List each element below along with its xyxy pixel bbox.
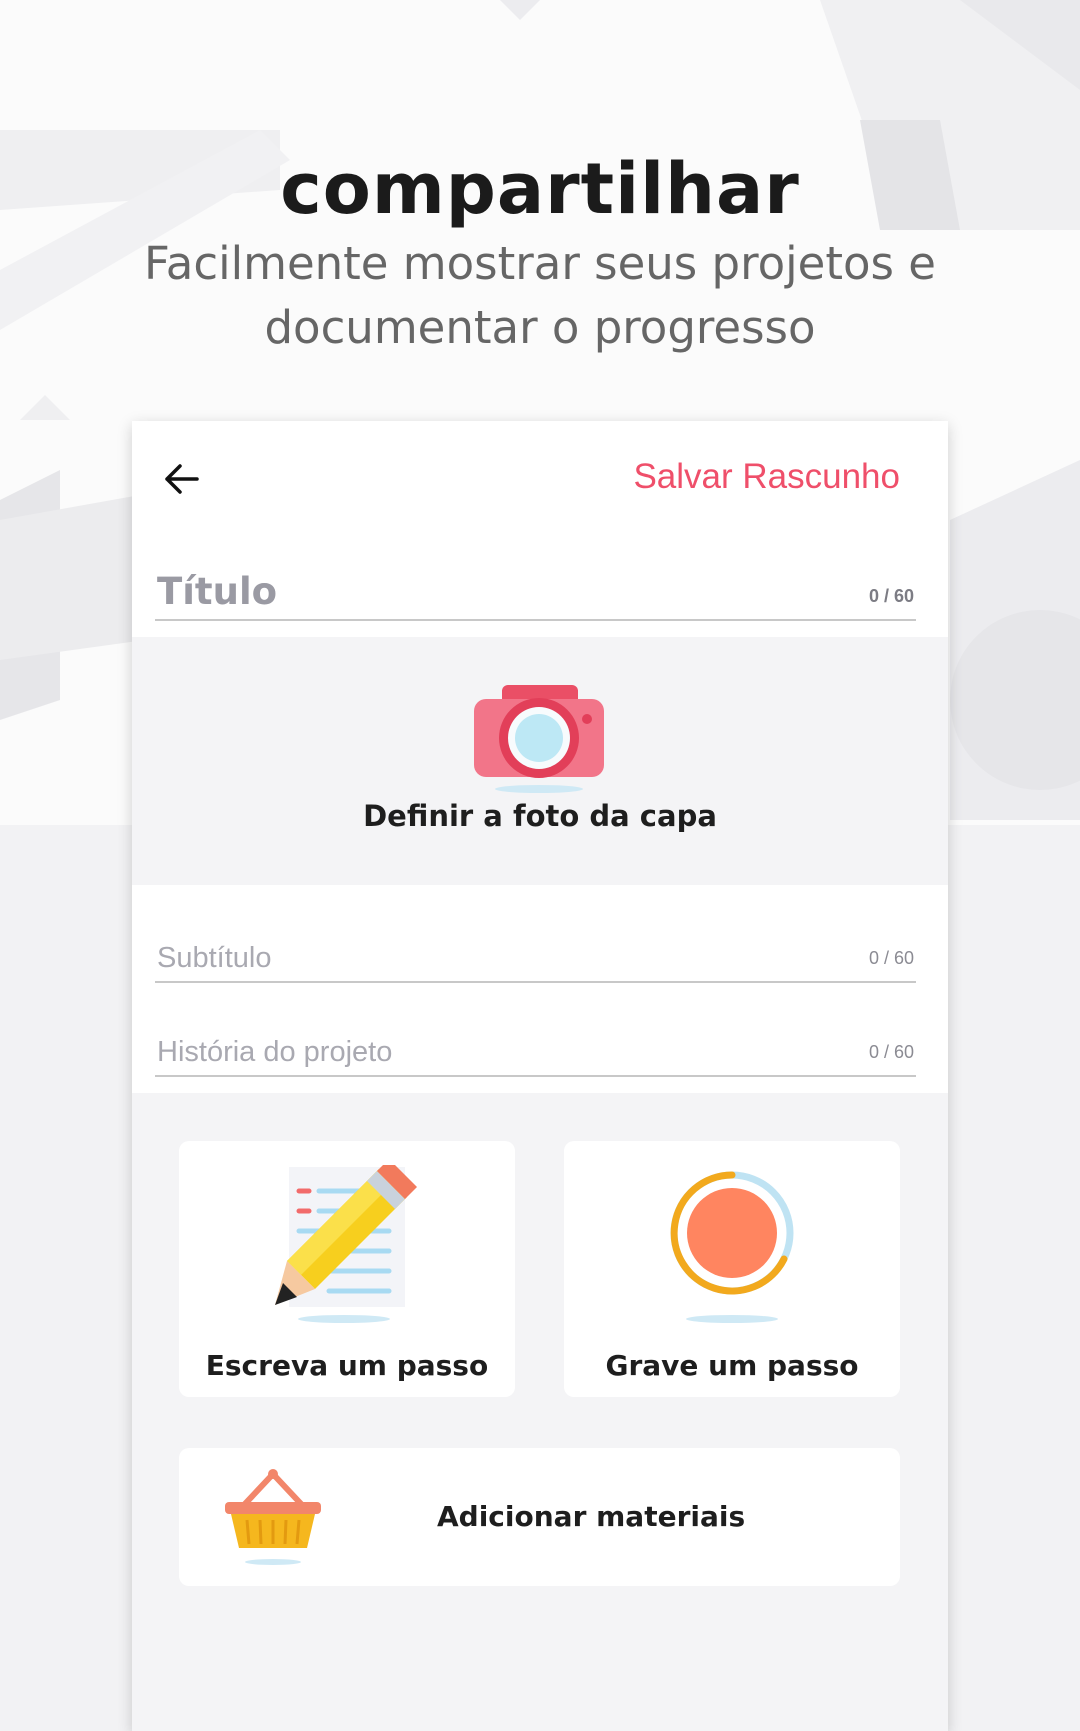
subtitle-char-counter: 0 / 60 [868,948,914,968]
title-field[interactable]: Título 0 / 60 [155,551,916,621]
title-placeholder: Título [157,570,278,613]
set-cover-photo-button[interactable]: Definir a foto da capa [132,637,948,885]
set-cover-photo-label: Definir a foto da capa [363,799,717,833]
pencil-icon [275,1165,417,1323]
project-story-placeholder: História do projeto [157,1036,393,1068]
promo-subheadline-line-1: Facilmente mostrar seus projetos e [144,237,936,290]
write-step-label: Escreva um passo [205,1349,489,1382]
project-story-field[interactable]: História do projeto 0 / 60 [155,1007,916,1077]
promo-subheadline-line-2: documentar o progresso [264,301,816,354]
add-materials-button[interactable]: Adicionar materiais [179,1448,900,1586]
create-project-screen: Salvar Rascunho Título 0 / 60 Definir a … [132,421,948,1731]
promo-subheadline: Facilmente mostrar seus projetos e docum… [140,232,940,360]
title-char-counter: 0 / 60 [868,586,914,606]
subtitle-field[interactable]: Subtítulo 0 / 60 [155,913,916,983]
record-step-label: Grave um passo [605,1349,859,1382]
subtitle-placeholder: Subtítulo [157,942,272,974]
record-step-button[interactable]: Grave um passo [564,1141,900,1397]
promo-headline: compartilhar [280,148,800,230]
camera-icon [474,685,604,793]
record-icon [670,1171,794,1323]
basket-icon [225,1469,321,1565]
arrow-left-icon [165,464,199,494]
step-actions-area: Escreva um passo Grave um passo Adiciona… [132,1093,948,1731]
project-story-char-counter: 0 / 60 [868,1042,914,1062]
write-step-button[interactable]: Escreva um passo [179,1141,515,1397]
add-materials-label: Adicionar materiais [437,1500,746,1533]
save-draft-button[interactable]: Salvar Rascunho [633,457,900,497]
back-button[interactable] [160,457,204,501]
